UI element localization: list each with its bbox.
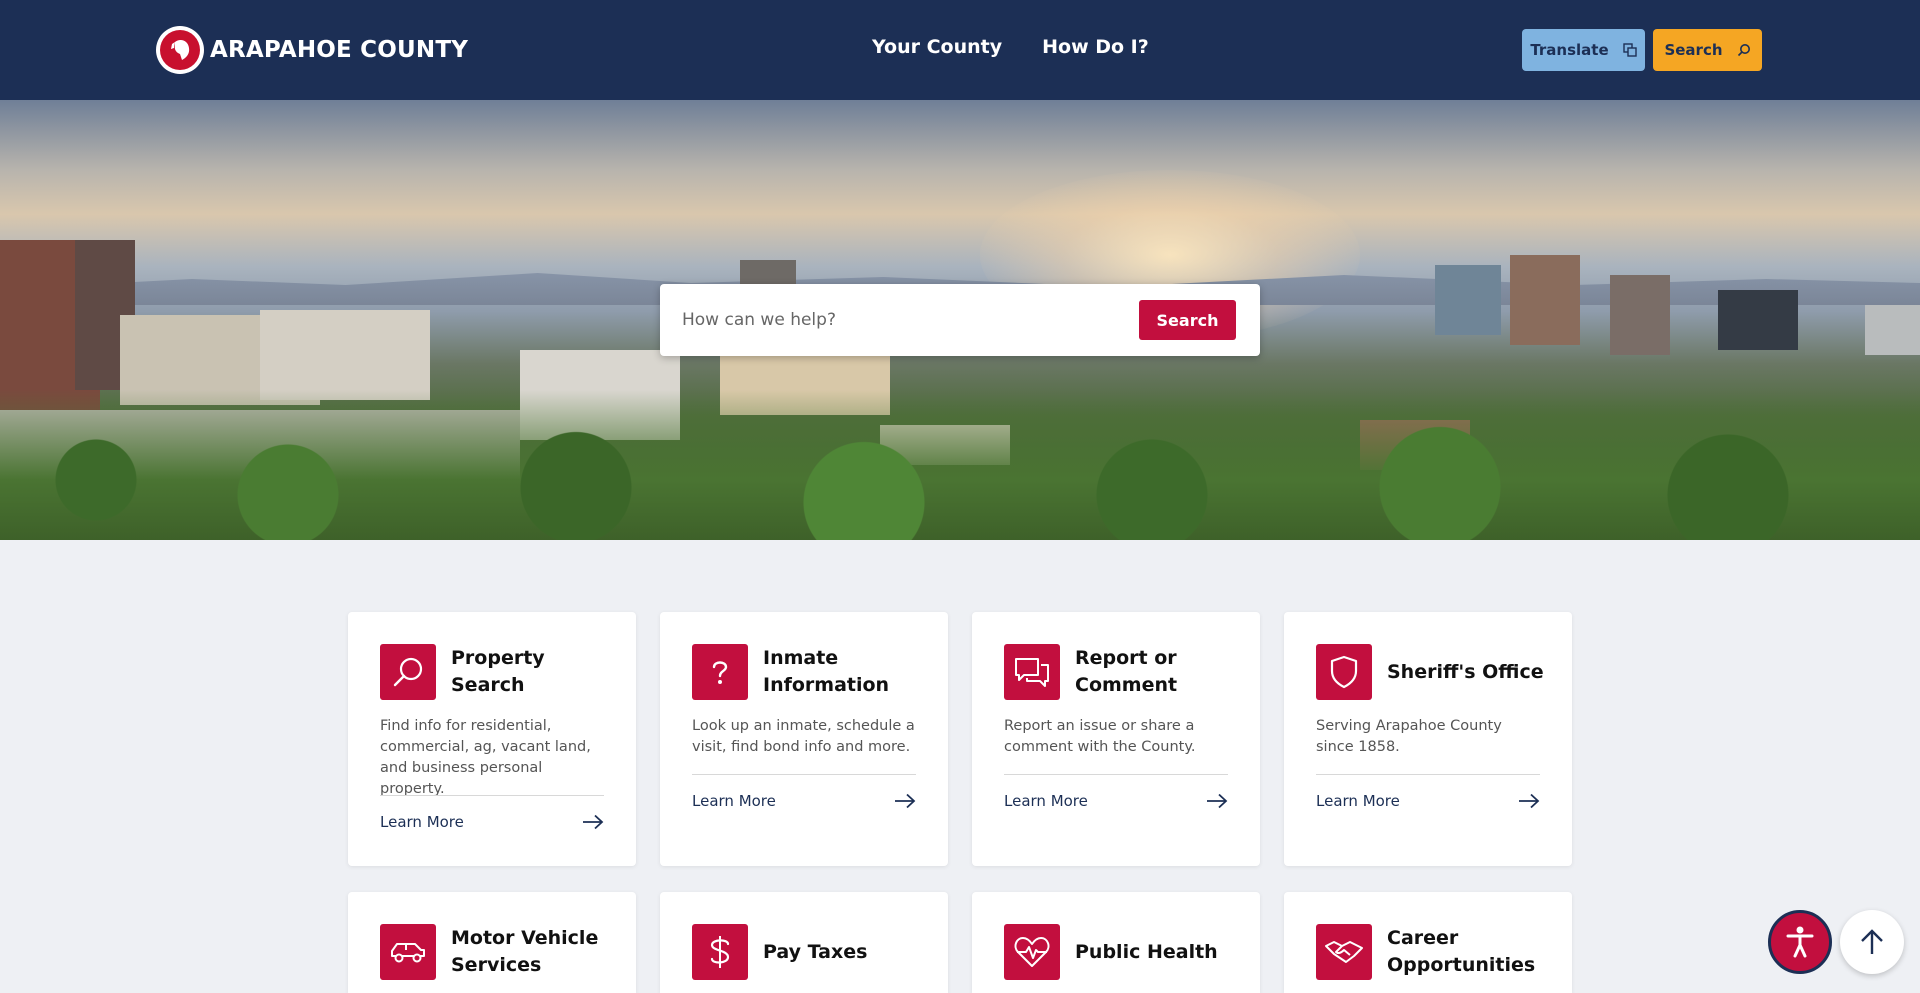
card-title: Inmate Information <box>763 647 890 696</box>
card-motor-vehicle-services[interactable]: Motor Vehicle Services <box>348 892 636 993</box>
main-nav: Your County How Do I? <box>872 36 1149 58</box>
learn-more-label: Learn More <box>692 792 776 810</box>
search-icon <box>1737 44 1750 57</box>
card-pay-taxes[interactable]: Pay Taxes <box>660 892 948 993</box>
arrow-right-icon <box>895 793 916 809</box>
accessibility-button[interactable] <box>1768 910 1832 974</box>
card-title: Public Health <box>1075 940 1218 963</box>
nav-how-do-i[interactable]: How Do I? <box>1042 36 1149 58</box>
card-title: Sheriff's Office <box>1387 660 1544 683</box>
card-divider <box>1316 774 1540 775</box>
accessibility-icon <box>1786 926 1814 958</box>
hero-banner: Search <box>0 100 1920 540</box>
card-title: Report or Comment <box>1075 647 1178 696</box>
hero-photo-building <box>1510 255 1580 345</box>
header-search-label: Search <box>1664 41 1723 59</box>
card-description: Serving Arapahoe County since 1858. <box>1316 718 1502 755</box>
card-title: Career Opportunities <box>1387 927 1536 976</box>
card-divider <box>692 774 916 775</box>
learn-more-label: Learn More <box>1316 792 1400 810</box>
site-header: ARAPAHOE COUNTY Your County How Do I? Tr… <box>0 0 1920 100</box>
learn-more-link[interactable]: Learn More <box>1316 792 1540 810</box>
learn-more-label: Learn More <box>1004 792 1088 810</box>
translate-label: Translate <box>1530 41 1609 59</box>
nav-your-county[interactable]: Your County <box>872 36 1002 58</box>
handshake-icon <box>1316 924 1372 980</box>
logo-text: ARAPAHOE COUNTY <box>210 37 469 63</box>
card-report-or-comment[interactable]: Report or Comment Report an issue or sha… <box>972 612 1260 866</box>
card-description: Find info for residential, commercial, a… <box>380 718 591 797</box>
card-divider <box>380 795 604 796</box>
learn-more-link[interactable]: Learn More <box>692 792 916 810</box>
card-title: Property Search <box>451 647 545 696</box>
county-seal-icon <box>156 26 204 74</box>
hero-photo-building <box>1718 290 1798 350</box>
translate-button[interactable]: Translate <box>1522 29 1645 71</box>
hero-search-box: Search <box>660 284 1260 356</box>
car-icon <box>380 924 436 980</box>
heartbeat-icon <box>1004 924 1060 980</box>
card-career-opportunities[interactable]: Career Opportunities <box>1284 892 1572 993</box>
chat-bubbles-icon <box>1004 644 1060 700</box>
back-to-top-button[interactable] <box>1840 910 1904 974</box>
magnifier-icon <box>380 644 436 700</box>
arrow-right-icon <box>1207 793 1228 809</box>
card-inmate-information[interactable]: Inmate Information Look up an inmate, sc… <box>660 612 948 866</box>
hero-photo-building <box>1610 275 1670 355</box>
translate-icon <box>1622 43 1637 57</box>
card-sheriffs-office[interactable]: Sheriff's Office Serving Arapahoe County… <box>1284 612 1572 866</box>
arrow-up-icon <box>1861 929 1883 954</box>
header-search-button[interactable]: Search <box>1653 29 1762 71</box>
card-description: Look up an inmate, schedule a visit, fin… <box>692 718 915 755</box>
shield-icon <box>1316 644 1372 700</box>
card-public-health[interactable]: Public Health <box>972 892 1260 993</box>
card-title: Pay Taxes <box>763 940 868 963</box>
dollar-icon <box>692 924 748 980</box>
arrow-right-icon <box>1519 793 1540 809</box>
hero-photo-building <box>1435 265 1501 335</box>
question-icon <box>692 644 748 700</box>
learn-more-label: Learn More <box>380 813 464 831</box>
learn-more-link[interactable]: Learn More <box>1004 792 1228 810</box>
card-description: Report an issue or share a comment with … <box>1004 718 1196 755</box>
site-logo[interactable]: ARAPAHOE COUNTY <box>156 26 468 74</box>
card-property-search[interactable]: Property Search Find info for residentia… <box>348 612 636 866</box>
hero-photo-trees <box>0 390 1920 540</box>
hero-search-button[interactable]: Search <box>1139 300 1236 340</box>
learn-more-link[interactable]: Learn More <box>380 813 604 831</box>
card-divider <box>1004 774 1228 775</box>
hero-photo-building <box>1865 305 1920 355</box>
card-title: Motor Vehicle Services <box>451 927 599 976</box>
arrow-right-icon <box>583 814 604 830</box>
hero-search-input[interactable] <box>682 304 1102 336</box>
hero-photo-building <box>260 310 430 400</box>
